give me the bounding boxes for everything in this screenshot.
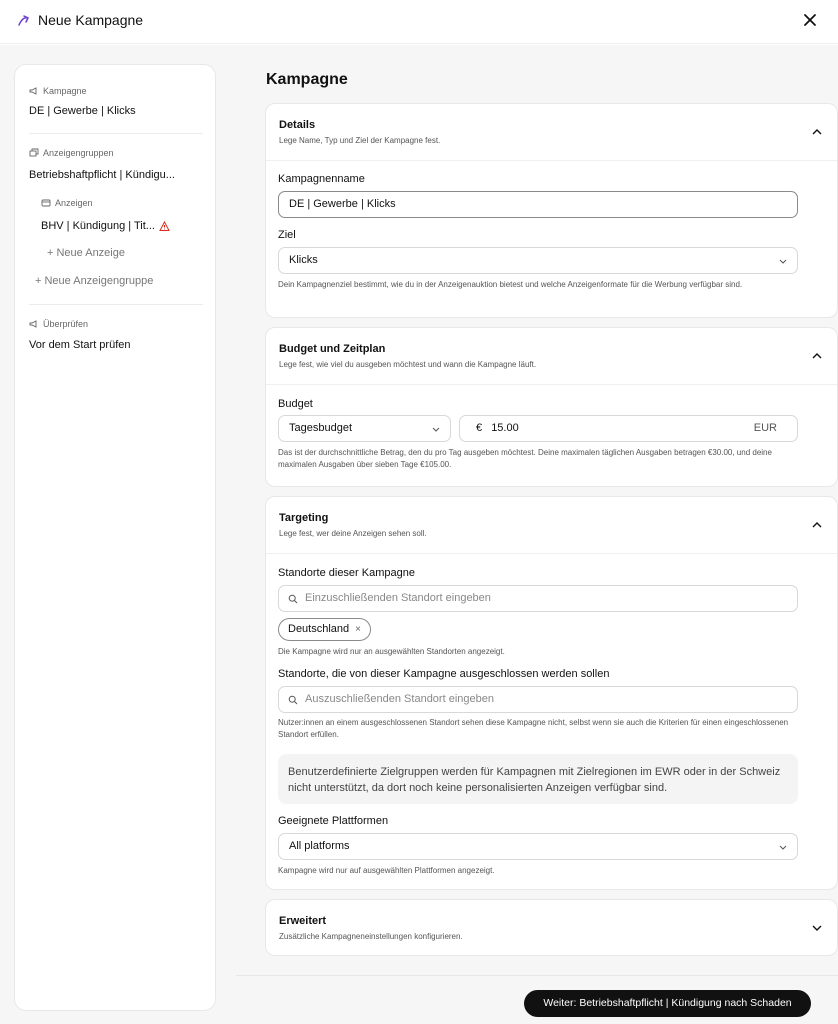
- campaign-name-label: Kampagnenname: [278, 173, 365, 185]
- chip-label: Deutschland: [288, 623, 350, 635]
- card-subtitle: Lege fest, wie viel du ausgeben möchtest…: [279, 360, 537, 369]
- sidebar-item-adgroup[interactable]: Betriebshaftpflicht | Kündigu...: [29, 169, 175, 181]
- chevron-up-icon[interactable]: [811, 519, 823, 531]
- chevron-down-icon: [779, 259, 787, 264]
- card-subtitle: Lege fest, wer deine Anzeigen sehen soll…: [279, 529, 427, 538]
- budget-card-header[interactable]: Budget und Zeitplan Lege fest, wie viel …: [266, 328, 837, 385]
- campaign-name-input[interactable]: DE | Gewerbe | Klicks: [278, 191, 798, 218]
- sidebar-divider: [29, 304, 203, 305]
- sidebar-section-label: Anzeigengruppen: [43, 148, 114, 158]
- hook-logo-icon: [18, 15, 30, 26]
- goal-select-value: Klicks: [289, 254, 318, 266]
- remove-chip-icon[interactable]: ×: [355, 619, 361, 640]
- budget-help-text: Das ist der durchschnittliche Betrag, de…: [278, 448, 772, 469]
- sidebar-item-campaign[interactable]: DE | Gewerbe | Klicks: [29, 105, 136, 117]
- search-placeholder: Einzuschließenden Standort eingeben: [305, 592, 491, 604]
- card-title: Budget und Zeitplan: [279, 343, 386, 355]
- new-adgroup-button[interactable]: + Neue Anzeigengruppe: [35, 275, 153, 287]
- goal-select[interactable]: Klicks: [278, 247, 798, 274]
- info-notice: Benutzerdefinierte Zielgruppen werden fü…: [278, 754, 798, 804]
- chevron-up-icon[interactable]: [811, 126, 823, 138]
- search-icon: [288, 695, 298, 705]
- sidebar-item-label: BHV | Kündigung | Tit...: [41, 220, 155, 232]
- sidebar-section-label: Überprüfen: [43, 319, 89, 329]
- sidebar: Kampagne DE | Gewerbe | Klicks Anzeigeng…: [14, 64, 216, 1011]
- budget-type-value: Tagesbudget: [289, 422, 352, 434]
- details-card-header[interactable]: Details Lege Name, Typ und Ziel der Kamp…: [266, 104, 837, 161]
- card-title: Details: [279, 119, 316, 131]
- card-title: Targeting: [279, 512, 329, 524]
- budget-label: Budget: [278, 398, 313, 410]
- include-help-text: Die Kampagne wird nur an ausgewählten St…: [278, 647, 505, 656]
- layers-icon: [29, 148, 39, 157]
- budget-amount-value: 15.00: [491, 422, 519, 434]
- exclude-locations-label: Standorte, die von dieser Kampagne ausge…: [278, 668, 610, 680]
- sidebar-section-campaign: Kampagne: [29, 86, 87, 96]
- goal-label: Ziel: [278, 229, 296, 241]
- sidebar-section-adgroups: Anzeigengruppen: [29, 148, 114, 158]
- chevron-down-icon: [432, 427, 440, 432]
- platforms-label: Geeignete Plattformen: [278, 815, 389, 827]
- platforms-select[interactable]: All platforms: [278, 833, 798, 860]
- exclude-location-search-input[interactable]: Auszuschließenden Standort eingeben: [278, 686, 798, 713]
- platforms-help-text: Kampagne wird nur auf ausgewählten Platt…: [278, 866, 495, 875]
- chevron-down-icon: [779, 845, 787, 850]
- sidebar-section-ads: Anzeigen: [41, 198, 93, 208]
- advanced-card[interactable]: Erweitert Zusätzliche Kampagneneinstellu…: [265, 899, 838, 956]
- chevron-up-icon[interactable]: [811, 350, 823, 362]
- new-ad-button[interactable]: + Neue Anzeige: [47, 247, 125, 259]
- close-icon[interactable]: [800, 10, 820, 30]
- targeting-card-header[interactable]: Targeting Lege fest, wer deine Anzeigen …: [266, 497, 837, 554]
- top-bar: Neue Kampagne: [0, 0, 838, 44]
- include-location-search-input[interactable]: Einzuschließenden Standort eingeben: [278, 585, 798, 612]
- include-locations-label: Standorte dieser Kampagne: [278, 567, 415, 579]
- page-title: Neue Kampagne: [38, 12, 144, 28]
- warning-icon: [159, 220, 170, 231]
- platforms-select-value: All platforms: [289, 840, 350, 852]
- search-placeholder: Auszuschließenden Standort eingeben: [305, 693, 494, 705]
- sidebar-item-review[interactable]: Vor dem Start prüfen: [29, 339, 131, 351]
- currency-code: EUR: [753, 422, 777, 434]
- sidebar-section-label: Anzeigen: [55, 198, 93, 208]
- sidebar-section-review: Überprüfen: [29, 319, 88, 329]
- card-subtitle: Lege Name, Typ und Ziel der Kampagne fes…: [279, 136, 441, 145]
- megaphone-icon: [29, 320, 37, 328]
- currency-symbol: €: [476, 422, 483, 434]
- card-subtitle: Zusätzliche Kampagneneinstellungen konfi…: [279, 932, 463, 941]
- next-button[interactable]: Weiter: Betriebshaftpflicht | Kündigung …: [524, 990, 811, 1017]
- goal-help-text: Dein Kampagnenziel bestimmt, wie du in d…: [278, 280, 743, 289]
- sidebar-item-ad[interactable]: BHV | Kündigung | Tit...: [41, 220, 170, 232]
- footer-divider: [236, 975, 838, 976]
- megaphone-icon: [29, 87, 37, 95]
- sidebar-section-label: Kampagne: [43, 86, 87, 96]
- budget-amount-input[interactable]: € 15.00 EUR: [459, 415, 798, 442]
- location-chip[interactable]: Deutschland ×: [278, 618, 371, 641]
- exclude-help-text: Nutzer:innen an einem ausgeschlossenen S…: [278, 718, 789, 739]
- section-title: Kampagne: [266, 71, 348, 88]
- ad-card-icon: [41, 199, 51, 207]
- sidebar-divider: [29, 133, 203, 134]
- card-title: Erweitert: [279, 915, 327, 927]
- budget-type-select[interactable]: Tagesbudget: [278, 415, 451, 442]
- chevron-down-icon[interactable]: [811, 922, 823, 934]
- search-icon: [288, 594, 298, 604]
